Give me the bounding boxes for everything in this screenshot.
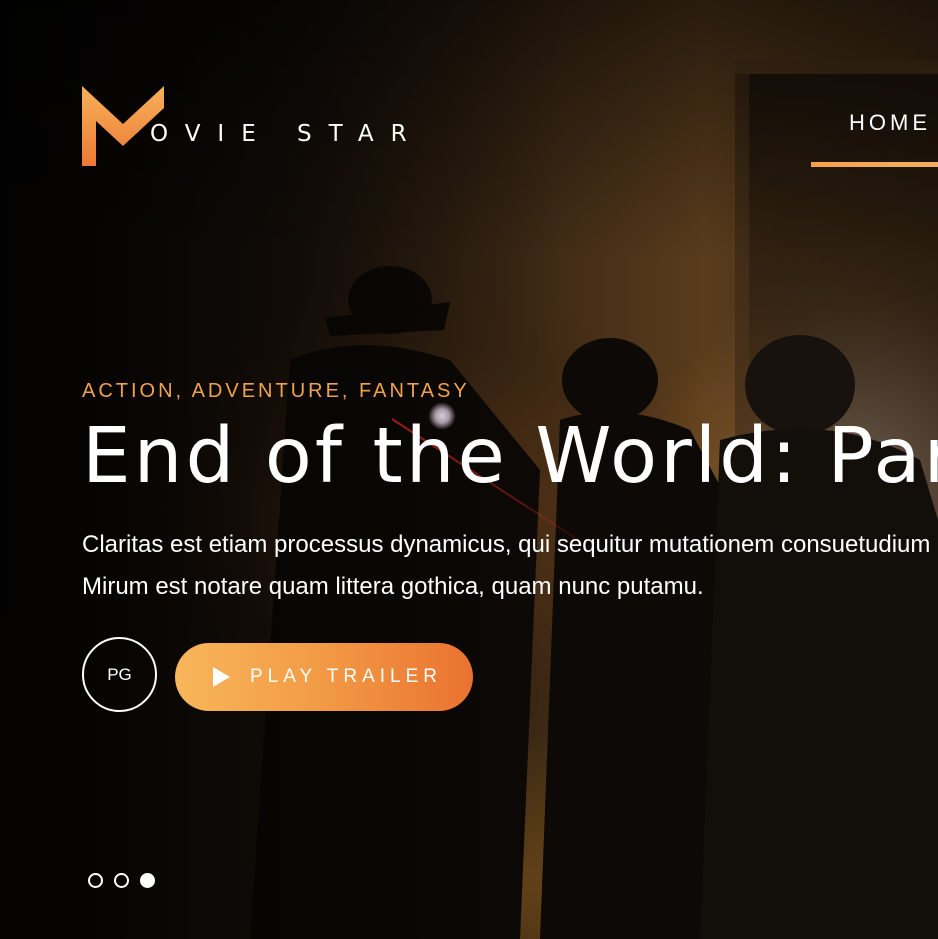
play-icon: [213, 667, 230, 687]
slider-dot-3[interactable]: [140, 873, 155, 888]
rating-badge: PG: [82, 637, 157, 712]
genre-list: ACTION, ADVENTURE, FANTASY: [82, 380, 470, 402]
play-trailer-button[interactable]: PLAY TRAILER: [175, 643, 473, 711]
movie-title: End of the World: Part I: [82, 412, 938, 501]
main-nav: HOME: [811, 104, 938, 167]
movie-description: Claritas est etiam processus dynamicus, …: [82, 531, 938, 600]
hero-banner: OVIE STAR HOME ACTION, ADVENTURE, FANTAS…: [0, 0, 938, 939]
nav-active-underline: [811, 162, 938, 167]
logo-text: OVIE STAR: [150, 121, 424, 147]
play-trailer-label: PLAY TRAILER: [250, 666, 443, 687]
nav-item-home[interactable]: HOME: [811, 104, 938, 162]
slider-dot-1[interactable]: [88, 873, 103, 888]
brand-logo[interactable]: OVIE STAR: [82, 86, 424, 166]
rating-label: PG: [107, 664, 132, 684]
slider-dot-2[interactable]: [114, 873, 129, 888]
slider-pagination: [88, 873, 155, 888]
